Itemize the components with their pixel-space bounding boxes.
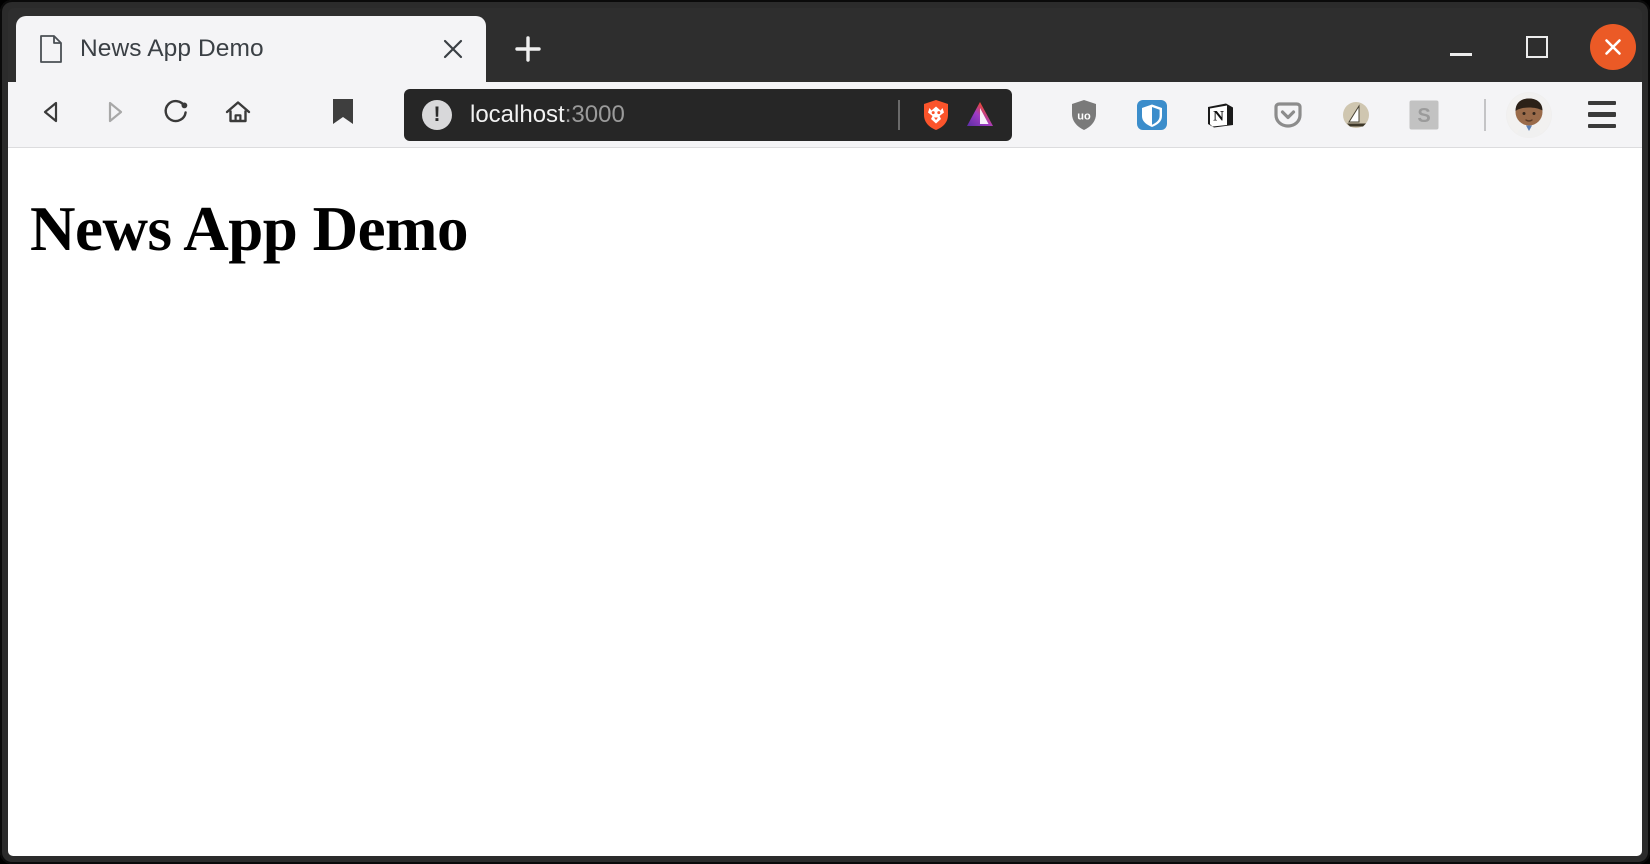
new-tab-button[interactable]: [500, 21, 556, 77]
notion-icon[interactable]: N: [1200, 95, 1240, 135]
not-secure-glyph: !: [433, 102, 441, 126]
svg-text:uo: uo: [1077, 110, 1091, 122]
tab-title: News App Demo: [80, 35, 264, 62]
window-controls: [1438, 16, 1636, 78]
s-extension-icon[interactable]: S: [1404, 95, 1444, 135]
url-port: :3000: [564, 100, 625, 128]
hamburger-bar-3: [1588, 123, 1616, 129]
tab-news-app-demo[interactable]: News App Demo: [16, 16, 486, 82]
bookmark-button[interactable]: [318, 90, 368, 140]
page-title: News App Demo: [30, 194, 469, 264]
bitwarden-icon[interactable]: [1132, 95, 1172, 135]
close-icon[interactable]: [434, 30, 472, 68]
close-window-icon: [1590, 24, 1636, 70]
maximize-button[interactable]: [1514, 24, 1560, 70]
brave-leo-icon[interactable]: [958, 93, 1002, 137]
svg-text:S: S: [1417, 105, 1430, 127]
back-arrow-icon: [38, 98, 66, 131]
reload-button[interactable]: [150, 89, 202, 141]
reload-icon: [161, 97, 191, 132]
back-button[interactable]: [26, 89, 78, 141]
toolbar-right-cluster: [1464, 89, 1634, 141]
pocket-icon[interactable]: [1268, 95, 1308, 135]
home-button[interactable]: [212, 89, 264, 141]
main-menu-button[interactable]: [1576, 89, 1628, 141]
toolbar-separator: [1484, 98, 1486, 131]
urlbar-separator: [898, 99, 900, 130]
page-content: News App Demo: [8, 148, 1642, 856]
hamburger-bar-2: [1588, 112, 1616, 117]
document-icon: [38, 34, 64, 64]
not-secure-icon[interactable]: !: [422, 99, 452, 130]
close-window-button[interactable]: [1590, 24, 1636, 70]
forward-button[interactable]: [88, 89, 140, 141]
titlebar: News App Demo: [8, 8, 1642, 82]
ublock-origin-icon[interactable]: uo: [1064, 95, 1104, 135]
url-bar[interactable]: ! localhost:3000: [404, 88, 1012, 141]
svg-text:N: N: [1213, 108, 1224, 124]
hamburger-bar-1: [1588, 100, 1616, 106]
navigation-buttons: [26, 89, 264, 141]
brave-shields-icon[interactable]: [914, 93, 958, 137]
url-host: localhost: [470, 100, 565, 128]
browser-window: News App Demo ! localhost:3000 uo N S Ne…: [0, 0, 1650, 864]
minimize-icon: [1450, 52, 1472, 56]
bookmark-icon: [330, 97, 356, 132]
minimize-button[interactable]: [1438, 24, 1484, 70]
maximize-icon: [1526, 36, 1548, 58]
toolbar: ! localhost:3000 uo N S: [8, 82, 1642, 148]
extension-icons: uo N S: [1064, 95, 1444, 135]
sailboat-icon[interactable]: [1336, 95, 1376, 135]
home-icon: [223, 97, 253, 132]
avatar[interactable]: [1506, 91, 1552, 138]
forward-arrow-icon: [100, 98, 128, 131]
url-input[interactable]: localhost:3000: [470, 101, 892, 129]
